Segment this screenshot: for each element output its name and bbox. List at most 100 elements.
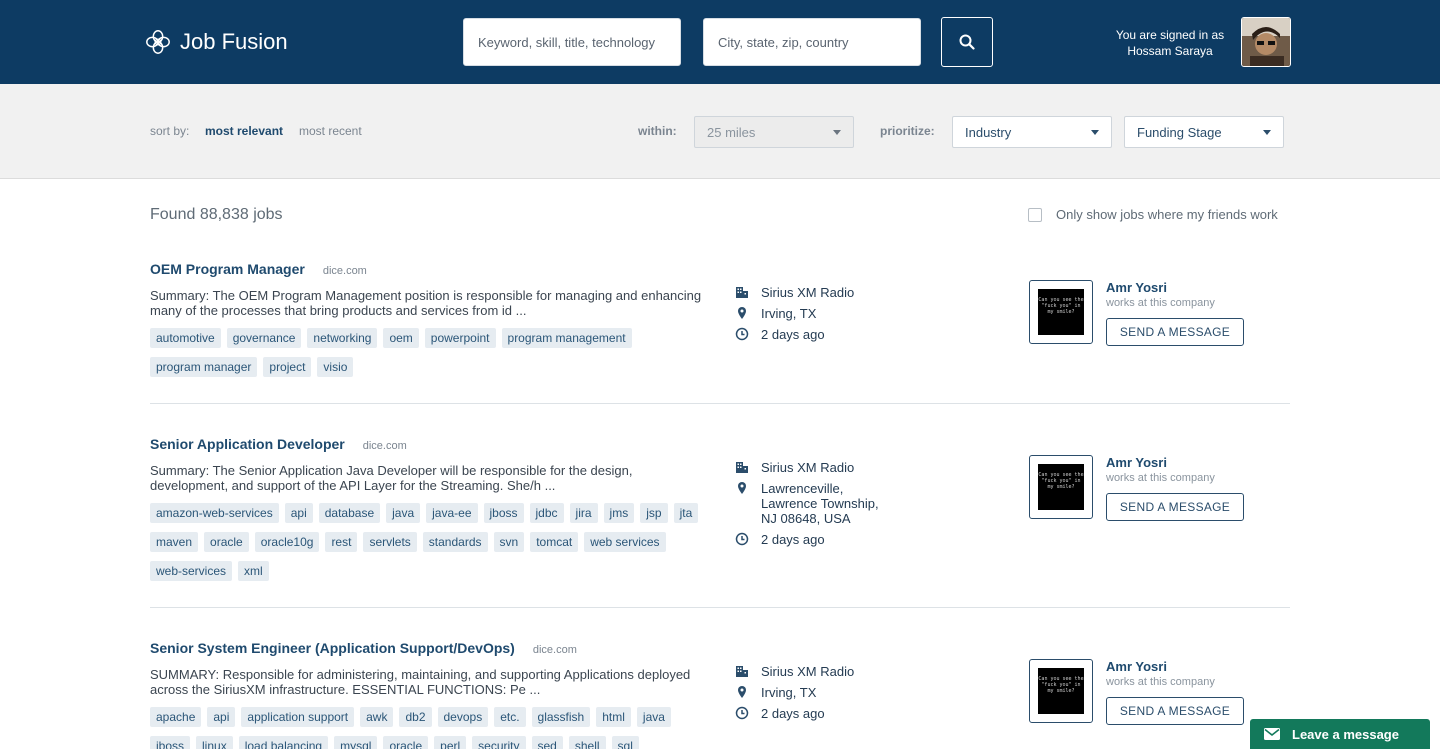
tag[interactable]: mysql bbox=[334, 736, 378, 749]
prioritize-select[interactable]: Industry bbox=[952, 116, 1112, 148]
company-name[interactable]: Sirius XM Radio bbox=[761, 460, 854, 475]
building-icon bbox=[736, 666, 748, 677]
friends-filter[interactable]: Only show jobs where my friends work bbox=[1028, 207, 1278, 222]
contact-name[interactable]: Amr Yosri bbox=[1106, 659, 1167, 674]
tag[interactable]: oracle10g bbox=[254, 532, 320, 552]
within-select[interactable]: 25 miles bbox=[694, 116, 854, 148]
tag[interactable]: program manager bbox=[150, 357, 258, 377]
location-input[interactable] bbox=[704, 19, 920, 65]
tag[interactable]: db2 bbox=[399, 707, 432, 727]
tag[interactable]: jsp bbox=[640, 503, 668, 523]
company-row: Sirius XM Radio bbox=[735, 285, 854, 300]
user-avatar[interactable] bbox=[1241, 17, 1291, 67]
tag[interactable]: etc. bbox=[494, 707, 526, 727]
tag[interactable]: jboss bbox=[150, 736, 191, 749]
job-title[interactable]: OEM Program Manager bbox=[150, 261, 305, 277]
location-row: Irving, TX bbox=[735, 306, 854, 321]
tag[interactable]: jboss bbox=[483, 503, 524, 523]
contact-subtitle: works at this company bbox=[1106, 676, 1215, 688]
tag[interactable]: servlets bbox=[363, 532, 417, 552]
logo-icon bbox=[146, 30, 170, 54]
contact-avatar[interactable]: Can you see the "fuck you" in my smile? bbox=[1029, 455, 1093, 519]
funding-stage-select[interactable]: Funding Stage bbox=[1124, 116, 1284, 148]
signed-in-info: You are signed in as Hossam Saraya bbox=[1100, 27, 1240, 59]
tag[interactable]: program management bbox=[501, 328, 632, 348]
tag[interactable]: amazon-web-services bbox=[150, 503, 279, 523]
tag[interactable]: linux bbox=[196, 736, 233, 749]
search-icon bbox=[959, 34, 975, 50]
tag[interactable]: security bbox=[472, 736, 526, 749]
tag[interactable]: api bbox=[207, 707, 236, 727]
tag[interactable]: sql bbox=[611, 736, 639, 749]
tag[interactable]: visio bbox=[317, 357, 354, 377]
tag[interactable]: devops bbox=[437, 707, 489, 727]
tag[interactable]: standards bbox=[422, 532, 488, 552]
contact-subtitle: works at this company bbox=[1106, 472, 1215, 484]
company-name[interactable]: Sirius XM Radio bbox=[761, 285, 854, 300]
job-title[interactable]: Senior Application Developer bbox=[150, 436, 345, 452]
contact-avatar[interactable]: Can you see the "fuck you" in my smile? bbox=[1029, 280, 1093, 344]
tag[interactable]: awk bbox=[360, 707, 394, 727]
user-name[interactable]: Hossam Saraya bbox=[1100, 43, 1240, 59]
tag[interactable]: automotive bbox=[150, 328, 221, 348]
tag[interactable]: oracle bbox=[204, 532, 249, 552]
tag[interactable]: database bbox=[318, 503, 381, 523]
contact-avatar[interactable]: Can you see the "fuck you" in my smile? bbox=[1029, 659, 1093, 723]
tag[interactable]: shell bbox=[568, 736, 606, 749]
leave-message-widget[interactable]: Leave a message bbox=[1250, 719, 1430, 749]
tag[interactable]: jira bbox=[569, 503, 598, 523]
tag[interactable]: sed bbox=[531, 736, 563, 749]
filter-bar: sort by: most relevant most recent withi… bbox=[0, 84, 1440, 179]
tag[interactable]: jms bbox=[603, 503, 635, 523]
prioritize-value: Industry bbox=[965, 124, 1012, 140]
job-meta: Sirius XM Radio Irving, TX 2 days ago bbox=[735, 285, 854, 348]
tag[interactable]: project bbox=[263, 357, 312, 377]
tag[interactable]: web-services bbox=[150, 561, 233, 581]
map-pin-icon bbox=[738, 482, 746, 494]
send-message-button[interactable]: SEND A MESSAGE bbox=[1106, 697, 1244, 725]
tag[interactable]: xml bbox=[238, 561, 269, 581]
tag[interactable]: svn bbox=[493, 532, 525, 552]
search-button[interactable] bbox=[941, 17, 993, 67]
tag[interactable]: web services bbox=[584, 532, 666, 552]
tag[interactable]: tomcat bbox=[530, 532, 579, 552]
tag[interactable]: html bbox=[596, 707, 631, 727]
job-title[interactable]: Senior System Engineer (Application Supp… bbox=[150, 640, 515, 656]
tag[interactable]: java bbox=[636, 707, 671, 727]
job-location: Irving, TX bbox=[761, 685, 817, 700]
tag[interactable]: glassfish bbox=[531, 707, 591, 727]
send-message-button[interactable]: SEND A MESSAGE bbox=[1106, 493, 1244, 521]
sort-most-recent[interactable]: most recent bbox=[299, 124, 362, 138]
tag[interactable]: governance bbox=[226, 328, 302, 348]
send-message-button[interactable]: SEND A MESSAGE bbox=[1106, 318, 1244, 346]
tag[interactable]: powerpoint bbox=[424, 328, 496, 348]
tag[interactable]: java-ee bbox=[426, 503, 478, 523]
tag[interactable]: apache bbox=[150, 707, 202, 727]
prioritize-label: prioritize: bbox=[880, 124, 935, 138]
contact-name[interactable]: Amr Yosri bbox=[1106, 455, 1167, 470]
tag[interactable]: application support bbox=[241, 707, 355, 727]
tag[interactable]: oem bbox=[383, 328, 419, 348]
company-name[interactable]: Sirius XM Radio bbox=[761, 664, 854, 679]
sort-most-relevant[interactable]: most relevant bbox=[205, 124, 283, 138]
clock-icon bbox=[735, 532, 749, 546]
tag[interactable]: networking bbox=[307, 328, 378, 348]
building-icon bbox=[736, 462, 748, 473]
job-source: dice.com bbox=[362, 440, 407, 452]
tag[interactable]: perl bbox=[434, 736, 467, 749]
tag[interactable]: jta bbox=[673, 503, 699, 523]
keyword-input[interactable] bbox=[464, 19, 680, 65]
tag[interactable]: java bbox=[386, 503, 421, 523]
building-icon bbox=[736, 287, 748, 298]
tag[interactable]: maven bbox=[150, 532, 199, 552]
tag[interactable]: load balancing bbox=[238, 736, 329, 749]
friends-checkbox[interactable] bbox=[1028, 207, 1042, 222]
tag[interactable]: oracle bbox=[383, 736, 429, 749]
contact-name[interactable]: Amr Yosri bbox=[1106, 280, 1167, 295]
job-tags: automotive governance networking oem pow… bbox=[150, 328, 710, 377]
tag[interactable]: rest bbox=[325, 532, 358, 552]
tag[interactable]: jdbc bbox=[529, 503, 564, 523]
logo[interactable]: Job Fusion bbox=[144, 26, 288, 58]
tag[interactable]: api bbox=[284, 503, 313, 523]
job-source: dice.com bbox=[532, 644, 577, 656]
